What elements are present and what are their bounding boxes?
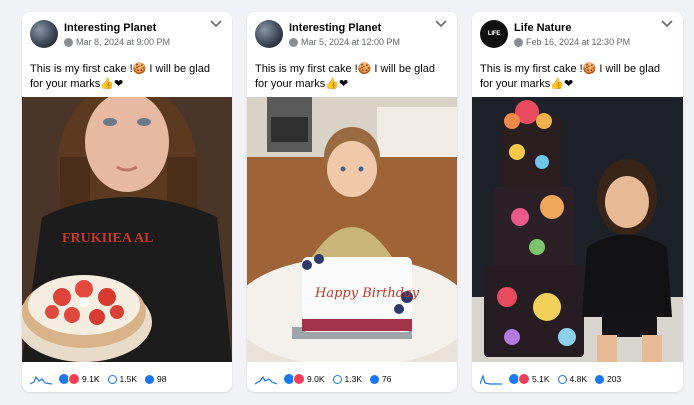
share-count[interactable]: 98 — [157, 374, 166, 384]
page-name[interactable]: Interesting Planet — [64, 22, 156, 34]
post-text: This is my first cake !🍪 I will be glad … — [255, 63, 435, 90]
page-name[interactable]: Interesting Planet — [289, 22, 381, 34]
post-date[interactable]: Mar 8, 2024 at 9:00 PM — [76, 37, 170, 47]
reaction-count[interactable]: 5.1K — [532, 374, 550, 384]
post-photo[interactable]: FRUKIIEA AL — [22, 97, 232, 362]
chevron-down-icon[interactable] — [661, 20, 673, 28]
chevron-down-icon[interactable] — [435, 20, 447, 28]
post-meta: Mar 8, 2024 at 9:00 PM — [64, 37, 170, 47]
post-meta: Mar 5, 2024 at 12:00 PM — [289, 37, 400, 47]
post-photo[interactable]: Happy Birthday — [247, 97, 457, 362]
svg-text:FRUKIIEA AL: FRUKIIEA AL — [62, 231, 153, 246]
comment-count[interactable]: 1.5K — [120, 374, 138, 384]
post-date[interactable]: Mar 5, 2024 at 12:00 PM — [301, 37, 400, 47]
globe-icon — [289, 37, 298, 47]
page-name[interactable]: Life Nature — [514, 22, 571, 34]
insights-sparkline-icon[interactable] — [30, 373, 52, 385]
share-icon — [595, 374, 604, 384]
love-icon — [68, 373, 80, 385]
cake-inscription: Happy Birthday — [314, 286, 420, 301]
post-stats: 5.1K 4.8K 203 — [480, 372, 677, 386]
post-stats: 9.1K 1.5K 98 — [30, 372, 226, 386]
reaction-count[interactable]: 9.0K — [307, 374, 325, 384]
post-photo[interactable] — [472, 97, 683, 362]
post-card[interactable]: Interesting Planet Mar 5, 2024 at 12:00 … — [247, 12, 457, 392]
insights-sparkline-icon[interactable] — [480, 373, 502, 385]
comment-icon — [107, 374, 117, 384]
reaction-icons[interactable] — [283, 373, 305, 385]
globe-icon — [514, 37, 523, 47]
post-meta: Feb 16, 2024 at 12:30 PM — [514, 37, 630, 47]
share-icon — [145, 374, 154, 384]
post-card[interactable]: LIFE Life Nature Feb 16, 2024 at 12:30 P… — [472, 12, 683, 392]
share-count[interactable]: 76 — [382, 374, 391, 384]
reaction-icons[interactable] — [508, 373, 530, 385]
comment-icon — [557, 374, 567, 384]
insights-sparkline-icon[interactable] — [255, 373, 277, 385]
comment-count[interactable]: 1.3K — [345, 374, 363, 384]
comment-icon — [332, 374, 342, 384]
comment-count[interactable]: 4.8K — [570, 374, 588, 384]
page-avatar[interactable] — [30, 20, 58, 48]
post-text: This is my first cake !🍪 I will be glad … — [30, 63, 210, 90]
reaction-count[interactable]: 9.1K — [82, 374, 100, 384]
post-text: This is my first cake !🍪 I will be glad … — [480, 63, 660, 90]
page-avatar[interactable] — [255, 20, 283, 48]
reaction-icons[interactable] — [58, 373, 80, 385]
page-avatar[interactable]: LIFE — [480, 20, 508, 48]
share-count[interactable]: 203 — [607, 374, 621, 384]
chevron-down-icon[interactable] — [210, 20, 222, 28]
post-date[interactable]: Feb 16, 2024 at 12:30 PM — [526, 37, 630, 47]
love-icon — [293, 373, 305, 385]
share-icon — [370, 374, 379, 384]
globe-icon — [64, 37, 73, 47]
post-stats: 9.0K 1.3K 76 — [255, 372, 451, 386]
post-card[interactable]: Interesting Planet Mar 8, 2024 at 9:00 P… — [22, 12, 232, 392]
love-icon — [518, 373, 530, 385]
